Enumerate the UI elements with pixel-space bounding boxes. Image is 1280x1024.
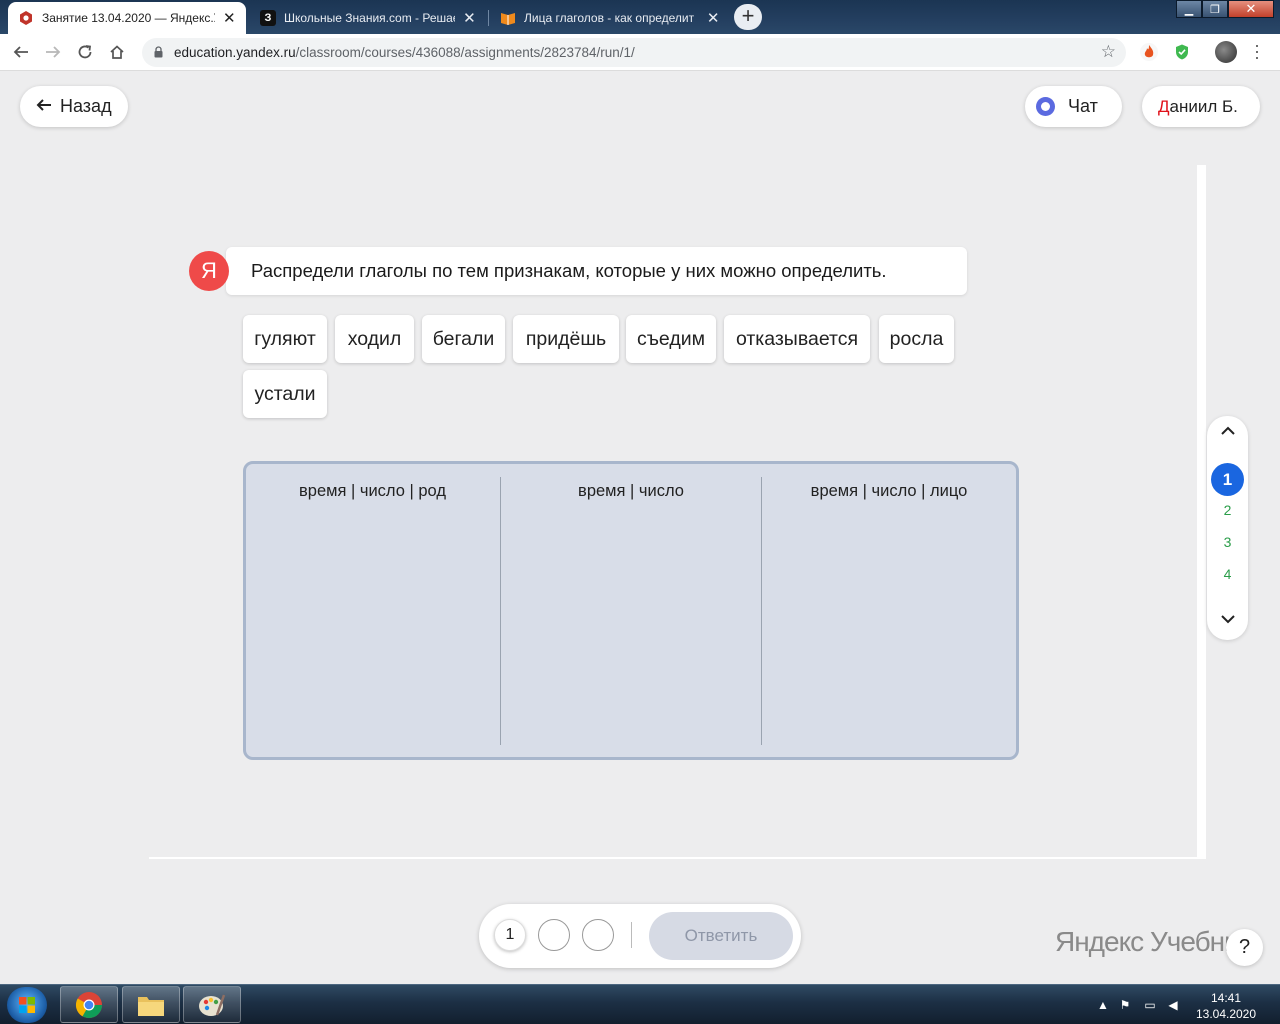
arrow-left-icon — [36, 96, 52, 117]
znanija-favicon-icon: З — [260, 10, 276, 26]
submit-answer-button[interactable]: Ответить — [649, 912, 793, 960]
word-chip[interactable]: отказывается — [724, 315, 870, 363]
word-chip[interactable]: бегали — [422, 315, 505, 363]
tab-close-icon[interactable]: ✕ — [223, 9, 236, 27]
yandex-avatar: Я — [189, 251, 229, 291]
answer-bar: 1 Ответить — [479, 904, 801, 968]
chat-label: Чат — [1068, 96, 1098, 116]
start-button[interactable] — [7, 987, 47, 1023]
clock-time: 14:41 — [1210, 991, 1242, 1005]
tab-znanija[interactable]: З Школьные Знания.com - Решае ✕ — [250, 2, 486, 34]
extension-shield-icon[interactable] — [1173, 43, 1191, 61]
tab-verb-persons[interactable]: Лица глаголов - как определит ✕ — [490, 2, 730, 34]
pager-page[interactable]: 3 — [1207, 534, 1248, 550]
url-text: education.yandex.ru/classroom/courses/43… — [174, 45, 635, 60]
tab-yandex-lesson[interactable]: Занятие 13.04.2020 — Яндекс.Уч ✕ — [8, 2, 246, 34]
window-maximize-button[interactable]: ❐ — [1202, 0, 1228, 18]
attempt-indicator — [582, 919, 614, 951]
user-name-initial: Д — [1158, 96, 1170, 116]
lock-icon — [154, 46, 163, 58]
bookmark-star-icon[interactable]: ☆ — [1101, 42, 1116, 62]
pager-page[interactable]: 2 — [1207, 502, 1248, 518]
browser-menu-icon[interactable]: · · · — [1250, 36, 1264, 66]
tray-volume-icon[interactable]: ◀ — [1166, 998, 1180, 1012]
chat-button[interactable]: Чат — [1025, 86, 1122, 127]
word-chip[interactable]: съедим — [626, 315, 716, 363]
back-button[interactable]: Назад — [20, 86, 128, 127]
chrome-icon — [75, 991, 103, 1018]
taskbar-chrome[interactable] — [60, 986, 118, 1023]
tab-separator — [488, 10, 489, 26]
back-label: Назад — [60, 96, 112, 116]
forward-arrow-icon[interactable] — [40, 39, 66, 65]
tab-close-icon[interactable]: ✕ — [706, 9, 720, 27]
extension-fire-icon[interactable] — [1140, 43, 1158, 61]
url-path: /classroom/courses/436088/assignments/28… — [295, 45, 635, 60]
address-bar[interactable]: education.yandex.ru/classroom/courses/43… — [142, 38, 1126, 67]
yandex-uchebnik-logo: Яндекс Учебник — [1055, 926, 1251, 957]
yandex-education-favicon-icon — [18, 10, 34, 26]
new-tab-button[interactable]: + — [734, 4, 762, 30]
windows-taskbar: ▲ ⚑ ▭ ◀ 14:41 13.04.2020 — [0, 984, 1280, 1024]
home-icon[interactable] — [104, 39, 130, 65]
windows-logo-icon — [19, 997, 35, 1013]
column-divider — [500, 477, 501, 745]
word-chip[interactable]: ходил — [335, 315, 414, 363]
browser-tab-strip: Занятие 13.04.2020 — Яндекс.Уч ✕ З Школь… — [0, 0, 1280, 34]
divider — [631, 922, 632, 948]
profile-avatar[interactable] — [1215, 41, 1237, 63]
category-column-title: время | число | лицо — [810, 482, 968, 500]
tray-action-center-icon[interactable]: ⚑ — [1118, 998, 1132, 1012]
tab-title: Занятие 13.04.2020 — Яндекс.Уч — [42, 11, 215, 25]
chat-bubble-icon — [1036, 97, 1055, 116]
paint-palette-icon — [199, 994, 226, 1016]
chevron-up-icon[interactable] — [1207, 424, 1248, 442]
taskbar-paint[interactable] — [183, 986, 241, 1023]
tab-title: Школьные Знания.com - Решае — [284, 11, 455, 25]
chevron-down-icon[interactable] — [1207, 612, 1248, 630]
task-pager: 1 2 3 4 — [1207, 416, 1248, 640]
task-question: Распредели глаголы по тем признакам, кот… — [226, 247, 967, 295]
tray-network-icon[interactable]: ▭ — [1143, 998, 1157, 1012]
content-frame-border — [149, 857, 1206, 859]
attempt-indicator: 1 — [494, 919, 526, 951]
category-column-title: время | число | род — [299, 482, 446, 500]
window-close-button[interactable]: ✕ — [1228, 0, 1274, 18]
taskbar-explorer[interactable] — [122, 986, 180, 1023]
folder-icon — [138, 996, 164, 1016]
user-name-rest: аниил Б. — [1169, 96, 1238, 116]
word-chip[interactable]: придёшь — [513, 315, 619, 363]
column-divider — [761, 477, 762, 745]
tab-close-icon[interactable]: ✕ — [463, 9, 476, 27]
book-favicon-icon — [500, 10, 516, 26]
clock-date: 13.04.2020 — [1195, 1007, 1257, 1021]
tab-title: Лица глаголов - как определит — [524, 11, 695, 25]
reload-icon[interactable] — [72, 39, 98, 65]
window-minimize-button[interactable]: ▁ — [1176, 0, 1202, 18]
content-frame-border — [1197, 165, 1206, 858]
taskbar-clock[interactable]: 14:41 13.04.2020 — [1186, 990, 1266, 1022]
url-domain: education.yandex.ru — [174, 45, 296, 60]
attempt-indicator — [538, 919, 570, 951]
user-menu-button[interactable]: Даниил Б. — [1142, 86, 1260, 127]
tray-expand-icon[interactable]: ▲ — [1096, 998, 1110, 1012]
help-button[interactable]: ? — [1226, 929, 1263, 966]
word-chip[interactable]: устали — [243, 370, 327, 418]
word-chip[interactable]: росла — [879, 315, 954, 363]
word-chip[interactable]: гуляют — [243, 315, 327, 363]
back-arrow-icon[interactable] — [8, 39, 34, 65]
pager-page-current[interactable]: 1 — [1211, 463, 1244, 496]
category-column-title: время | число — [578, 482, 684, 500]
pager-page[interactable]: 4 — [1207, 566, 1248, 582]
browser-toolbar: education.yandex.ru/classroom/courses/43… — [0, 34, 1280, 71]
category-dropzone: время | число | род время | число время … — [243, 461, 1019, 760]
